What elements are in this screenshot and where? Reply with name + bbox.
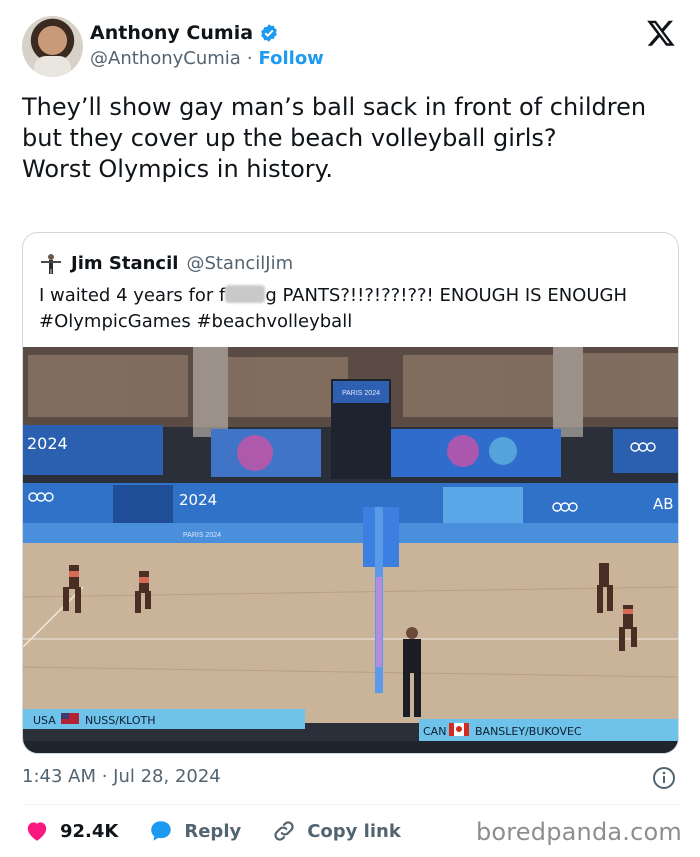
tweet-text: They’ll show gay man’s ball sack in fron… [22, 93, 647, 183]
author-handle-row: @AnthonyCumia · Follow [90, 48, 324, 69]
quoted-author-avatar[interactable] [39, 251, 63, 275]
scoreboard-right-team: BANSLEY/BUKOVEC [475, 725, 582, 738]
censor-blur [225, 285, 266, 303]
quoted-tweet-header: Jim Stancil @StancilJim [39, 251, 293, 275]
tweet-timestamp[interactable]: 1:43 AM · Jul 28, 2024 [22, 766, 221, 787]
follow-button[interactable]: Follow [259, 48, 324, 69]
screen-text: PARIS 2024 [342, 390, 380, 397]
banner-left-text: 2024 [27, 434, 68, 453]
reply-button[interactable]: Reply [148, 818, 241, 844]
like-button[interactable]: 92.4K [24, 818, 118, 844]
author-display-name[interactable]: Anthony Cumia [90, 22, 253, 44]
scoreboard-left-team: NUSS/KLOTH [85, 714, 156, 727]
verified-badge-icon [261, 24, 277, 42]
scoreboard-left-country: USA [33, 714, 56, 727]
copy-link-button[interactable]: Copy link [271, 818, 401, 844]
banner-mid-text: 2024 [179, 491, 217, 509]
x-logo-icon[interactable] [646, 18, 676, 48]
quoted-author-handle[interactable]: @StancilJim [186, 253, 293, 274]
heart-icon [27, 822, 47, 841]
scoreboard-right-country: CAN [423, 725, 446, 738]
banner-right-text: AB [653, 495, 674, 513]
tweet-actions: 92.4K Reply Copy link [24, 816, 431, 846]
divider [22, 804, 679, 805]
like-count: 92.4K [60, 820, 119, 842]
separator-dot: · [246, 48, 253, 69]
ad-small-text: PARIS 2024 [183, 532, 221, 539]
tweet-header: Anthony Cumia @AnthonyCumia · Follow [22, 16, 682, 78]
watermark: boredpanda.com [475, 818, 682, 846]
author-name-row: Anthony Cumia [90, 22, 279, 44]
info-icon[interactable] [652, 766, 676, 790]
quoted-text-before-censor: I waited 4 years for f [39, 285, 226, 306]
quoted-tweet[interactable]: Jim Stancil @StancilJim I waited 4 years… [22, 232, 679, 754]
reply-label: Reply [184, 820, 242, 842]
beach-volleyball-photo[interactable]: PARIS 2024 2024 2024 AB PARIS 2024 USA N… [23, 347, 679, 754]
copy-link-label: Copy link [307, 820, 401, 842]
author-avatar[interactable] [22, 16, 83, 77]
quoted-tweet-text: I waited 4 years for fg PANTS?!!?!??!??!… [39, 283, 659, 335]
link-icon [274, 821, 294, 841]
author-handle[interactable]: @AnthonyCumia [90, 48, 241, 69]
reply-bubble-icon [151, 821, 172, 841]
quoted-author-name[interactable]: Jim Stancil [71, 253, 178, 274]
